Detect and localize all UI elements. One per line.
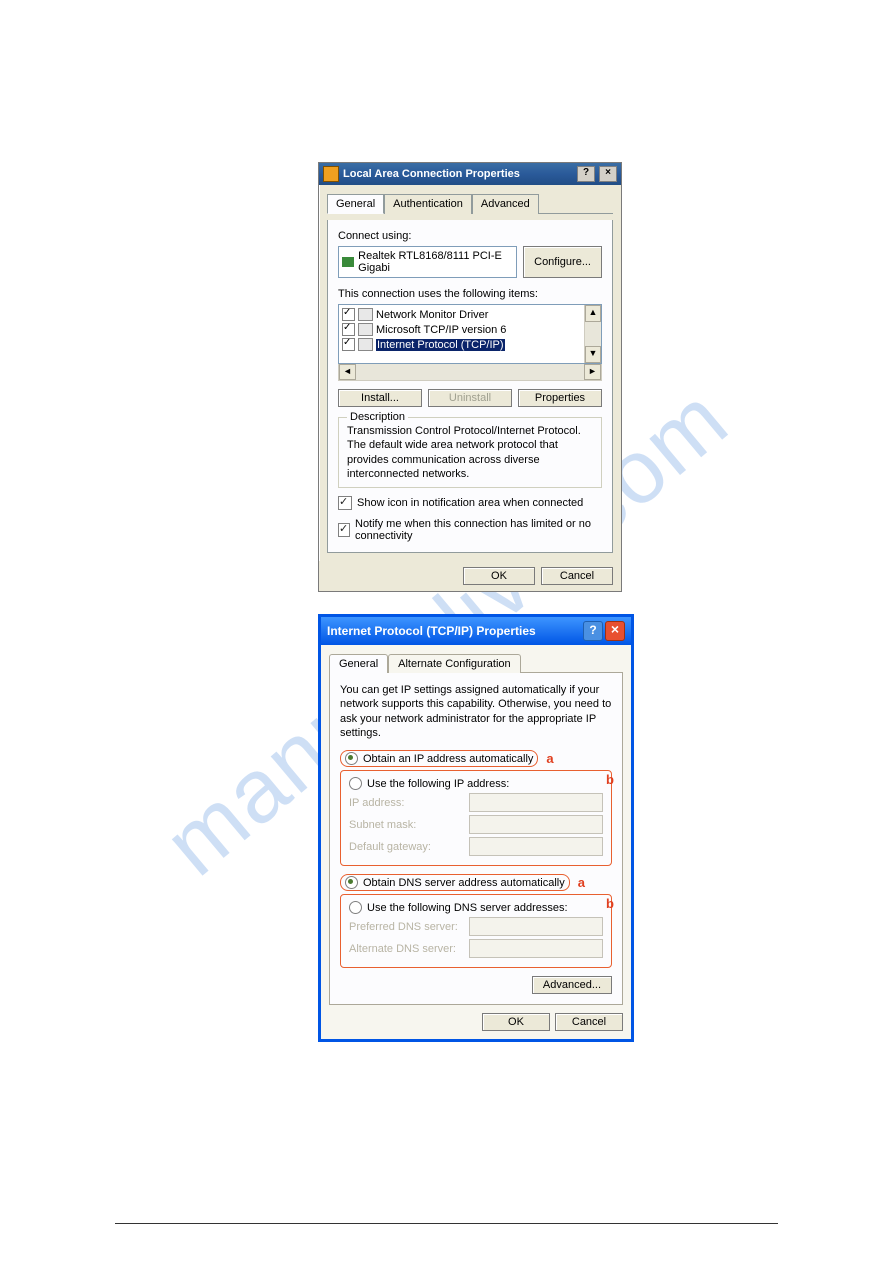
pref-dns-label: Preferred DNS server: xyxy=(349,921,469,933)
close-button[interactable]: × xyxy=(599,166,617,182)
gateway-input xyxy=(469,837,603,856)
tab-authentication[interactable]: Authentication xyxy=(384,194,472,214)
ip-address-label: IP address: xyxy=(349,797,469,809)
page-rule xyxy=(115,1223,778,1224)
tab-alternate[interactable]: Alternate Configuration xyxy=(388,654,521,673)
cancel-button[interactable]: Cancel xyxy=(541,567,613,585)
annotation-highlight: Use the following DNS server addresses: … xyxy=(340,894,612,968)
checkbox-icon[interactable] xyxy=(338,523,350,537)
checkbox-icon[interactable] xyxy=(342,323,355,336)
checkbox-icon[interactable] xyxy=(338,496,352,510)
lan-properties-dialog: Local Area Connection Properties ? × Gen… xyxy=(318,162,622,592)
annotation-highlight: Obtain an IP address automatically xyxy=(340,750,538,767)
list-item[interactable]: Network Monitor Driver xyxy=(341,307,599,322)
pref-dns-input xyxy=(469,917,603,936)
adapter-name: Realtek RTL8168/8111 PCI-E Gigabi xyxy=(358,250,513,274)
radio-auto-dns[interactable] xyxy=(345,876,358,889)
tab-general[interactable]: General xyxy=(327,194,384,214)
scroll-left-icon[interactable]: ◄ xyxy=(339,364,356,380)
advanced-button[interactable]: Advanced... xyxy=(532,976,612,994)
window-title: Local Area Connection Properties xyxy=(343,168,520,180)
vertical-scrollbar[interactable]: ▲▼ xyxy=(584,305,601,363)
component-icon xyxy=(358,338,373,351)
tcpip-properties-dialog: Internet Protocol (TCP/IP) Properties ? … xyxy=(318,614,634,1042)
intro-text: You can get IP settings assigned automat… xyxy=(340,683,612,740)
radio-label: Use the following DNS server addresses: xyxy=(367,902,568,914)
tab-general[interactable]: General xyxy=(329,654,388,673)
close-button[interactable]: × xyxy=(605,621,625,641)
configure-button[interactable]: Configure... xyxy=(523,246,602,278)
checkbox-icon[interactable] xyxy=(342,308,355,321)
item-label: Microsoft TCP/IP version 6 xyxy=(376,324,506,336)
tab-strip: General Alternate Configuration xyxy=(329,653,623,672)
properties-button[interactable]: Properties xyxy=(518,389,602,407)
horizontal-scrollbar[interactable]: ◄► xyxy=(338,364,602,381)
scroll-up-icon[interactable]: ▲ xyxy=(585,305,601,322)
annotation-highlight: Obtain DNS server address automatically xyxy=(340,874,570,891)
item-label: Network Monitor Driver xyxy=(376,309,488,321)
notify-limited-checkbox[interactable]: Notify me when this connection has limit… xyxy=(338,518,602,542)
help-button[interactable]: ? xyxy=(583,621,603,641)
scroll-down-icon[interactable]: ▼ xyxy=(585,346,601,363)
radio-label: Obtain DNS server address automatically xyxy=(363,877,565,889)
install-button[interactable]: Install... xyxy=(338,389,422,407)
components-listbox[interactable]: Network Monitor Driver Microsoft TCP/IP … xyxy=(338,304,602,364)
items-label: This connection uses the following items… xyxy=(338,288,602,300)
list-item[interactable]: Microsoft TCP/IP version 6 xyxy=(341,322,599,337)
description-legend: Description xyxy=(347,411,408,423)
checkbox-label: Notify me when this connection has limit… xyxy=(355,518,602,542)
connect-using-label: Connect using: xyxy=(338,230,602,242)
ip-address-input xyxy=(469,793,603,812)
radio-label: Use the following IP address: xyxy=(367,778,509,790)
annotation-a: a xyxy=(546,751,553,766)
radio-use-dns[interactable] xyxy=(349,901,362,914)
window-icon xyxy=(323,166,339,182)
window-title: Internet Protocol (TCP/IP) Properties xyxy=(327,624,536,638)
gateway-label: Default gateway: xyxy=(349,841,469,853)
help-button[interactable]: ? xyxy=(577,166,595,182)
show-icon-checkbox[interactable]: Show icon in notification area when conn… xyxy=(338,496,602,510)
description-text: Transmission Control Protocol/Internet P… xyxy=(347,424,593,481)
subnet-input xyxy=(469,815,603,834)
tab-advanced[interactable]: Advanced xyxy=(472,194,539,214)
scroll-right-icon[interactable]: ► xyxy=(584,364,601,380)
description-group: Description Transmission Control Protoco… xyxy=(338,417,602,488)
annotation-b: b xyxy=(606,772,614,787)
component-icon xyxy=(358,308,373,321)
nic-icon xyxy=(342,257,354,267)
uninstall-button: Uninstall xyxy=(428,389,512,407)
annotation-a: a xyxy=(578,875,585,890)
radio-label: Obtain an IP address automatically xyxy=(363,753,533,765)
radio-auto-ip[interactable] xyxy=(345,752,358,765)
annotation-b: b xyxy=(606,896,614,911)
alt-dns-label: Alternate DNS server: xyxy=(349,943,469,955)
titlebar[interactable]: Local Area Connection Properties ? × xyxy=(319,163,621,185)
ok-button[interactable]: OK xyxy=(482,1013,550,1031)
checkbox-label: Show icon in notification area when conn… xyxy=(357,497,583,509)
annotation-highlight: Use the following IP address: IP address… xyxy=(340,770,612,866)
adapter-field: Realtek RTL8168/8111 PCI-E Gigabi xyxy=(338,246,517,278)
item-label: Internet Protocol (TCP/IP) xyxy=(376,339,505,351)
subnet-label: Subnet mask: xyxy=(349,819,469,831)
radio-use-ip[interactable] xyxy=(349,777,362,790)
alt-dns-input xyxy=(469,939,603,958)
component-icon xyxy=(358,323,373,336)
titlebar[interactable]: Internet Protocol (TCP/IP) Properties ? … xyxy=(321,617,631,645)
cancel-button[interactable]: Cancel xyxy=(555,1013,623,1031)
tab-strip: General Authentication Advanced xyxy=(327,193,613,214)
list-item-selected[interactable]: Internet Protocol (TCP/IP) xyxy=(341,337,599,352)
ok-button[interactable]: OK xyxy=(463,567,535,585)
checkbox-icon[interactable] xyxy=(342,338,355,351)
